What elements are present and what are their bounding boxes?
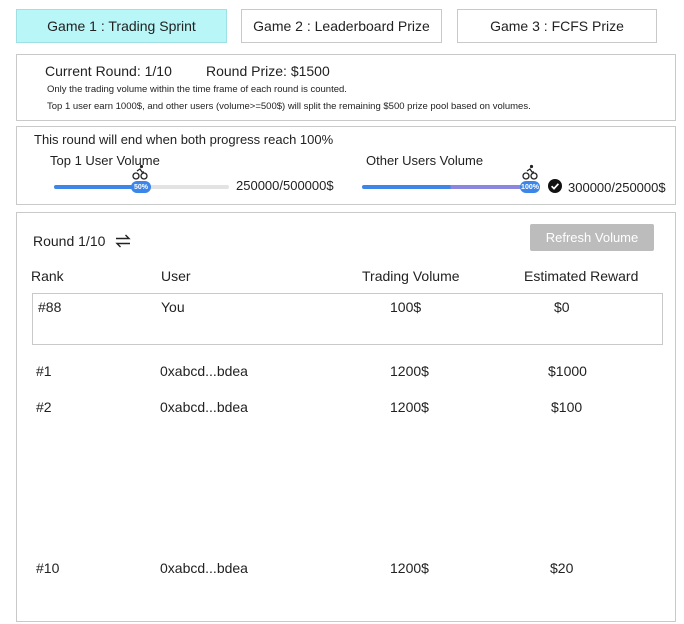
row-rank: #1: [36, 363, 52, 379]
cyclist-icon: [132, 164, 148, 180]
tab-game-1-label: Game 1 : Trading Sprint: [47, 18, 196, 34]
tab-game-3[interactable]: Game 3 : FCFS Prize: [457, 9, 657, 43]
table-row: #2 0xabcd...bdea 1200$ $100: [17, 399, 677, 419]
column-header-rank: Rank: [31, 268, 64, 284]
your-volume: 100$: [390, 299, 422, 315]
row-user: 0xabcd...bdea: [160, 560, 248, 576]
row-volume: 1200$: [390, 560, 429, 576]
tab-game-2-label: Game 2 : Leaderboard Prize: [253, 18, 430, 34]
your-rank: #88: [38, 299, 62, 315]
your-rank-row: #88 You 100$ $0: [32, 293, 663, 345]
round-note-2: Top 1 user earn 1000$, and other users (…: [47, 101, 531, 112]
row-user: 0xabcd...bdea: [160, 399, 248, 415]
your-user: You: [161, 299, 185, 315]
round-prize: Round Prize: $1500: [206, 63, 330, 79]
check-circle-icon: [548, 179, 562, 193]
progress-header: This round will end when both progress r…: [34, 132, 334, 147]
progress-panel: This round will end when both progress r…: [16, 126, 676, 205]
tab-game-2[interactable]: Game 2 : Leaderboard Prize: [241, 9, 442, 43]
others-volume-label: Other Users Volume: [366, 153, 484, 168]
row-reward: $100: [551, 399, 583, 415]
others-progress-fill: [362, 185, 532, 189]
round-selector-label: Round 1/10: [33, 233, 106, 249]
others-progress-badge: 100%: [520, 181, 540, 193]
column-header-reward: Estimated Reward: [524, 268, 639, 284]
top1-progress-badge: 50%: [131, 181, 151, 193]
table-row: #10 0xabcd...bdea 1200$ $20: [17, 560, 677, 580]
refresh-volume-button[interactable]: Refresh Volume: [530, 224, 654, 251]
table-row: #1 0xabcd...bdea 1200$ $1000: [17, 363, 677, 383]
current-round: Current Round: 1/10: [45, 63, 172, 79]
column-header-user: User: [161, 268, 191, 284]
your-reward: $0: [554, 299, 570, 315]
cyclist-icon: [522, 164, 538, 180]
round-info-panel: Current Round: 1/10 Round Prize: $1500 O…: [16, 54, 676, 121]
tab-game-3-label: Game 3 : FCFS Prize: [490, 18, 624, 34]
top1-volume-value: 250000/500000$: [236, 178, 334, 193]
row-user: 0xabcd...bdea: [160, 363, 248, 379]
tab-game-1[interactable]: Game 1 : Trading Sprint: [16, 9, 227, 43]
row-rank: #2: [36, 399, 52, 415]
row-volume: 1200$: [390, 363, 429, 379]
leaderboard-panel: Round 1/10 Refresh Volume Rank User Trad…: [16, 212, 676, 622]
others-volume-value: 300000/250000$: [568, 180, 666, 195]
row-reward: $20: [550, 560, 574, 576]
round-note-1: Only the trading volume within the time …: [47, 84, 347, 95]
row-volume: 1200$: [390, 399, 429, 415]
row-rank: #10: [36, 560, 60, 576]
column-header-volume: Trading Volume: [362, 268, 460, 284]
row-reward: $1000: [548, 363, 587, 379]
top1-progress-fill: [54, 185, 142, 189]
swap-icon[interactable]: [115, 233, 131, 249]
